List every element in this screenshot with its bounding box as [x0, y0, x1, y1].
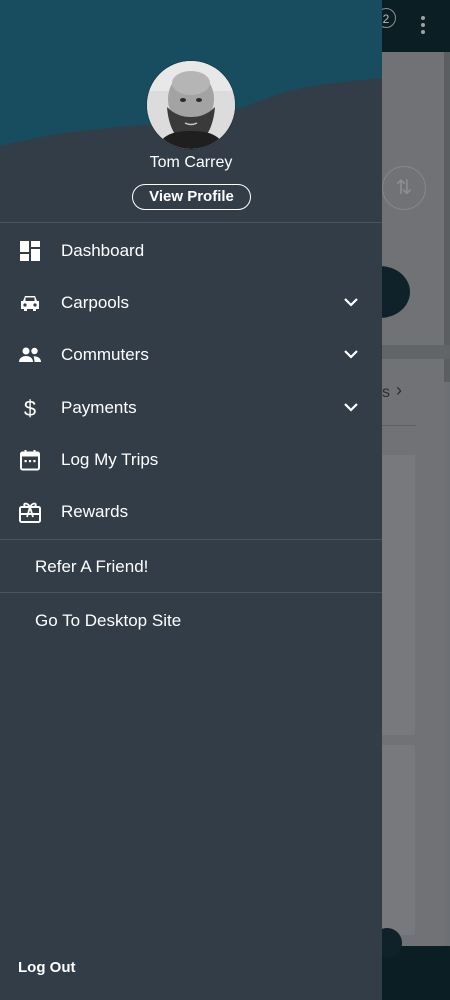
view-profile-button[interactable]: View Profile	[132, 184, 251, 210]
background-card	[382, 745, 415, 935]
swap-icon: ⇅	[382, 166, 426, 210]
menu-item-payments[interactable]: $ Payments	[0, 382, 382, 434]
menu-item-label: Rewards	[61, 502, 129, 521]
menu-item-commuters[interactable]: Commuters	[0, 329, 382, 381]
avatar-photo	[147, 61, 235, 149]
background-separator	[382, 425, 416, 426]
menu-item-dashboard[interactable]: Dashboard	[0, 225, 382, 277]
car-icon	[21, 296, 39, 311]
people-icon	[19, 347, 41, 362]
log-out-button[interactable]: Log Out	[18, 959, 75, 976]
menu-item-label: Payments	[61, 398, 137, 417]
menu-item-label: Dashboard	[61, 241, 145, 260]
background-divider	[382, 345, 450, 359]
menu-divider	[0, 222, 382, 223]
svg-text:$: $	[24, 396, 36, 420]
dashboard-icon	[20, 241, 40, 261]
menu-item-label: Commuters	[61, 345, 149, 364]
menu-item-carpools[interactable]: Carpools	[0, 277, 382, 329]
desktop-site-link[interactable]: Go To Desktop Site	[35, 611, 181, 631]
calendar-icon	[20, 450, 40, 471]
navigation-drawer: Tom Carrey View Profile Dashboard Carpoo…	[0, 0, 382, 1000]
background-link-text: s	[382, 384, 390, 401]
gift-icon	[19, 502, 41, 523]
menu-divider	[0, 539, 382, 540]
refer-a-friend-link[interactable]: Refer A Friend!	[35, 557, 148, 577]
chevron-down-icon[interactable]	[342, 293, 360, 311]
dollar-icon: $	[24, 396, 36, 420]
menu-item-label: Log My Trips	[61, 450, 159, 469]
chevron-right-icon: ›	[396, 380, 402, 400]
menu-item-log-my-trips[interactable]: Log My Trips	[0, 434, 382, 486]
profile-name: Tom Carrey	[149, 154, 233, 171]
chevron-down-icon[interactable]	[342, 345, 360, 363]
menu-item-label: Carpools	[61, 293, 130, 312]
menu-divider	[0, 592, 382, 593]
avatar[interactable]	[147, 61, 235, 149]
chevron-down-icon[interactable]	[342, 398, 360, 416]
more-options-icon	[420, 16, 426, 38]
background-scrollbar	[444, 52, 450, 382]
menu-item-rewards[interactable]: Rewards	[0, 486, 382, 538]
app-screen: 2 ⇅ s › Tom Carrey View Profile Dashboar…	[0, 0, 450, 1000]
background-card	[382, 455, 415, 735]
